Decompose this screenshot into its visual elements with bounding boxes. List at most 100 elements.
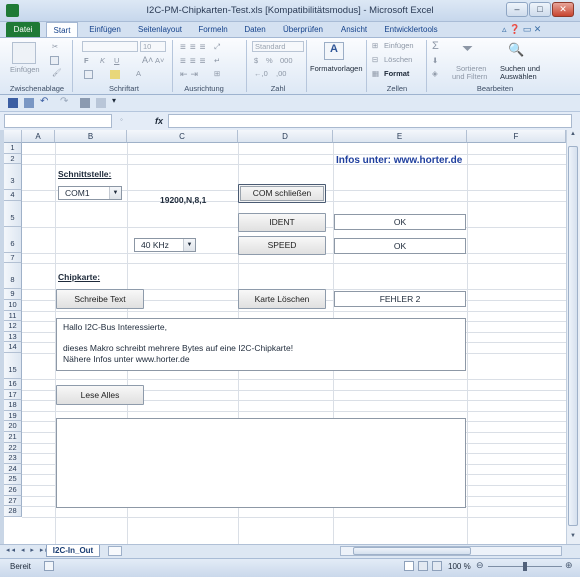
chevron-down-icon[interactable]: ▼ (183, 239, 195, 251)
percent-icon[interactable]: % (266, 56, 273, 65)
maximize-icon[interactable]: □ (529, 2, 551, 17)
shrink-font-icon[interactable]: A˅ (155, 56, 164, 65)
row-header-11[interactable]: 11 (4, 310, 22, 322)
speed-button[interactable]: SPEED (238, 236, 326, 255)
sheet-tab-active[interactable]: I2C-In_Out (46, 545, 100, 557)
increase-decimal-icon[interactable]: ←,0 (254, 69, 268, 78)
formula-dropdown-icon[interactable]: ◦ (120, 115, 123, 124)
row-header-18[interactable]: 18 (4, 400, 22, 411)
row-header-22[interactable]: 22 (4, 442, 22, 454)
row-header-25[interactable]: 25 (4, 474, 22, 485)
preview-icon[interactable] (96, 98, 106, 108)
ident-button[interactable]: IDENT (238, 213, 326, 232)
tab-ueberpruefen[interactable]: Überprüfen (280, 22, 326, 37)
row-header-19[interactable]: 19 (4, 410, 22, 422)
row-header-28[interactable]: 28 (4, 506, 22, 517)
new-sheet-icon[interactable] (108, 546, 122, 556)
tab-start[interactable]: Start (46, 22, 78, 37)
horizontal-scrollbar[interactable] (340, 546, 562, 556)
row-header-9[interactable]: 9 (4, 289, 22, 300)
column-header-d[interactable]: D (238, 130, 333, 143)
insert-cells-button[interactable]: Einfügen (384, 41, 414, 50)
horizontal-scroll-thumb[interactable] (353, 547, 471, 555)
row-header-3[interactable]: 3 (4, 164, 22, 191)
row-header-20[interactable]: 20 (4, 421, 22, 432)
styles-button[interactable]: Formatvorlagen (310, 64, 363, 73)
merge-icon[interactable]: ⊞ (214, 69, 220, 78)
row-header-5[interactable]: 5 (4, 200, 22, 227)
write-text-button[interactable]: Schreibe Text (56, 289, 144, 309)
close-icon[interactable]: ✕ (552, 2, 574, 17)
italic-icon[interactable]: K (100, 56, 105, 65)
message-textbox[interactable]: Hallo I2C-Bus Interessierte, dieses Makr… (56, 318, 466, 371)
row-header-4[interactable]: 4 (4, 190, 22, 201)
indent-icon[interactable]: ⇤⇥ (180, 69, 201, 80)
thousands-icon[interactable]: 000 (280, 56, 293, 65)
row-header-16[interactable]: 16 (4, 379, 22, 390)
tab-entwicklertools[interactable]: Entwicklertools (380, 22, 442, 37)
grow-font-icon[interactable]: A˄ (142, 55, 153, 65)
row-header-26[interactable]: 26 (4, 485, 22, 496)
zoom-slider[interactable] (488, 562, 562, 571)
excel-logo-icon[interactable] (6, 4, 19, 17)
row-header-27[interactable]: 27 (4, 495, 22, 507)
speed-select[interactable]: 40 KHz ▼ (134, 238, 196, 252)
row-header-10[interactable]: 10 (4, 300, 22, 311)
row-header-24[interactable]: 24 (4, 463, 22, 475)
format-cells-icon[interactable]: ▦ (372, 69, 379, 78)
column-header-b[interactable]: B (55, 130, 127, 143)
customize-qat-icon[interactable]: ▾ (112, 96, 116, 105)
column-header-e[interactable]: E (333, 130, 467, 143)
insert-function-icon[interactable]: fx (152, 114, 166, 128)
clear-card-button[interactable]: Karte Löschen (238, 289, 326, 309)
tab-datei[interactable]: Datei (6, 22, 40, 37)
macro-record-icon[interactable] (44, 561, 54, 571)
select-all-corner[interactable] (4, 130, 22, 143)
delete-cells-button[interactable]: Löschen (384, 55, 412, 64)
row-header-6[interactable]: 6 (4, 226, 22, 253)
column-header-f[interactable]: F (467, 130, 566, 143)
tab-seitenlayout[interactable]: Seitenlayout (134, 22, 186, 37)
align-left-icon[interactable]: ≡≡≡ (180, 56, 210, 67)
number-format-combo[interactable]: Standard (252, 41, 304, 52)
sort-filter-icon[interactable]: ⏷ (462, 40, 473, 57)
page-layout-icon[interactable] (418, 561, 428, 571)
orientation-icon[interactable]: ⤢ (214, 42, 220, 52)
read-output-textbox[interactable] (56, 418, 466, 508)
cut-icon[interactable]: ✂ (52, 42, 58, 51)
format-cells-button[interactable]: Format (384, 69, 409, 78)
row-header-13[interactable]: 13 (4, 331, 22, 343)
fill-color-icon[interactable] (110, 70, 120, 79)
align-top-icon[interactable]: ≡≡≡ (180, 42, 210, 53)
row-header-23[interactable]: 23 (4, 453, 22, 464)
column-header-a[interactable]: A (22, 130, 55, 143)
decrease-decimal-icon[interactable]: ,00 (276, 69, 286, 78)
copy-icon[interactable] (50, 56, 59, 65)
scroll-up-icon[interactable]: ▲ (567, 131, 579, 141)
currency-icon[interactable]: $ (254, 56, 258, 65)
row-header-14[interactable]: 14 (4, 342, 22, 353)
row-header-12[interactable]: 12 (4, 321, 22, 332)
save-as-icon[interactable] (24, 98, 34, 108)
row-header-21[interactable]: 21 (4, 432, 22, 443)
delete-cells-icon[interactable]: ⊟ (372, 55, 378, 64)
row-header-17[interactable]: 17 (4, 389, 22, 401)
com-port-select[interactable]: COM1 ▼ (58, 186, 122, 200)
fill-icon[interactable]: ⬇ (432, 56, 438, 65)
underline-icon[interactable]: U (114, 56, 119, 65)
font-name-combo[interactable] (82, 41, 138, 52)
vertical-scroll-thumb[interactable] (568, 146, 578, 526)
print-icon[interactable] (80, 98, 90, 108)
zoom-out-icon[interactable]: ⊖ (476, 560, 484, 571)
page-break-icon[interactable] (432, 561, 442, 571)
tab-einfuegen[interactable]: Einfügen (84, 22, 126, 37)
formula-input[interactable] (168, 114, 572, 128)
tab-daten[interactable]: Daten (240, 22, 270, 37)
paste-icon[interactable] (12, 42, 36, 64)
autosum-icon[interactable]: Σ (432, 40, 439, 52)
name-box[interactable] (4, 114, 112, 128)
zoom-slider-thumb[interactable] (523, 562, 527, 571)
font-color-icon[interactable]: A (136, 69, 141, 78)
normal-view-icon[interactable] (404, 561, 414, 571)
wrap-text-icon[interactable]: ↵ (214, 56, 220, 65)
